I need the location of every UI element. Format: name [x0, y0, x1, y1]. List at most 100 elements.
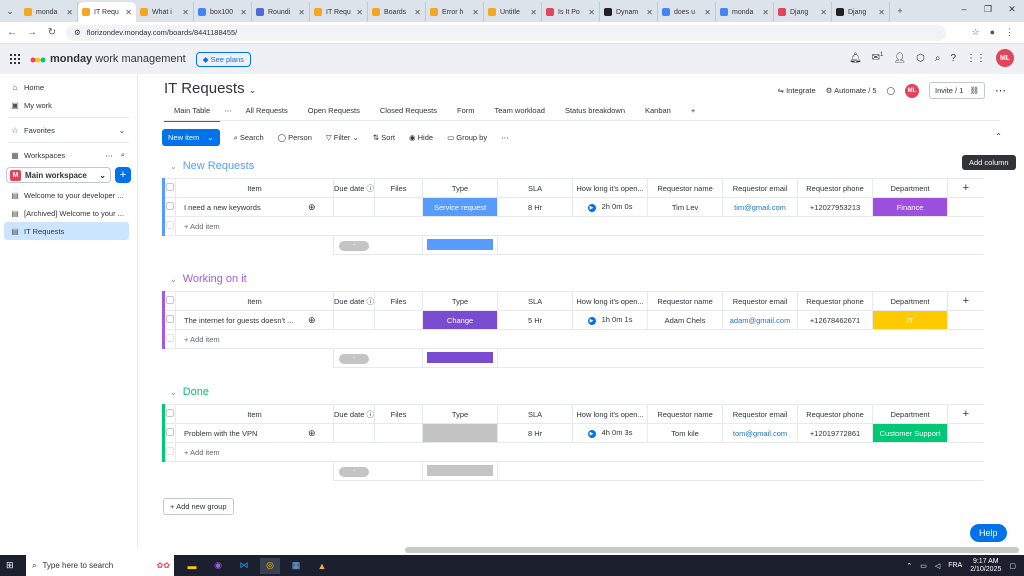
play-icon[interactable]: ▶: [587, 430, 596, 438]
select-all-checkbox[interactable]: [162, 178, 176, 198]
table-row[interactable]: Problem with the VPN ⊕ 8 Hr ▶ 4h 0m 3s Tom…: [162, 423, 984, 443]
browser-tab[interactable]: does u ✕: [658, 2, 716, 22]
checkbox[interactable]: [166, 296, 174, 304]
type-distribution-bar[interactable]: [427, 351, 494, 363]
requestor-email-cell[interactable]: adam@gmail.com: [722, 310, 799, 330]
sidebar-item-workspaces[interactable]: ▦ Workspaces ⋯ ⌕: [0, 146, 137, 164]
requestor-email-cell[interactable]: tim@gmail.com: [722, 197, 799, 217]
github-icon[interactable]: ◉: [208, 558, 228, 574]
language-indicator[interactable]: FRA: [948, 562, 962, 569]
network-icon[interactable]: ▭: [920, 562, 927, 570]
row-checkbox-cell[interactable]: [162, 197, 176, 217]
checkbox[interactable]: [166, 409, 174, 417]
due-date-cell[interactable]: [332, 423, 376, 443]
play-icon[interactable]: ▶: [587, 317, 596, 325]
chevron-down-icon[interactable]: ⌄: [170, 275, 177, 284]
automate-button[interactable]: ⚙ Automate / 5: [826, 86, 877, 95]
chrome-icon[interactable]: ◎: [260, 557, 280, 574]
new-item-button[interactable]: New item ⌄: [162, 129, 220, 146]
column-header[interactable]: How long it's open...: [572, 404, 649, 424]
add-column-button[interactable]: +: [947, 291, 984, 311]
monday-logo[interactable]: monday work management: [30, 53, 186, 65]
windows-start-icon[interactable]: ⊞: [6, 560, 26, 571]
more-options-icon[interactable]: ⋯: [105, 151, 113, 160]
inbox-icon[interactable]: ✉1: [872, 52, 884, 63]
add-item-row[interactable]: + Add item: [162, 216, 984, 236]
browser-tab[interactable]: Dynam ✕: [600, 2, 658, 22]
search-icon[interactable]: ⌕: [935, 53, 941, 64]
notifications-icon[interactable]: ▢: [1009, 562, 1016, 570]
add-update-icon[interactable]: ⊕: [308, 202, 316, 212]
column-header[interactable]: Item: [175, 404, 334, 424]
checkbox[interactable]: [166, 428, 174, 436]
column-header[interactable]: Requestor name: [647, 291, 724, 311]
checkbox[interactable]: [166, 202, 174, 210]
department-status-cell[interactable]: Finance: [872, 197, 949, 217]
close-tab-icon[interactable]: ✕: [356, 8, 363, 17]
sla-cell[interactable]: 8 Hr: [497, 197, 574, 217]
row-checkbox-cell[interactable]: [162, 310, 176, 330]
column-header[interactable]: Due date ⓘ: [332, 404, 376, 424]
profile-icon[interactable]: ●: [990, 27, 995, 38]
sla-cell[interactable]: 8 Hr: [497, 423, 574, 443]
time-tracking-cell[interactable]: ▶ 4h 0m 3s: [572, 423, 649, 443]
type-distribution-bar[interactable]: [427, 464, 494, 476]
select-all-checkbox[interactable]: [162, 291, 176, 311]
browser-tab[interactable]: What i ✕: [136, 2, 194, 22]
time-tracking-cell[interactable]: ▶ 1h 0m 1s: [572, 310, 649, 330]
column-header[interactable]: Requestor email: [722, 404, 799, 424]
add-update-icon[interactable]: ⊕: [308, 315, 316, 325]
reload-icon[interactable]: ↻: [44, 27, 60, 38]
requestor-name-cell[interactable]: Adam Chels: [647, 310, 724, 330]
system-clock[interactable]: 9:17 AM 2/10/2025: [970, 558, 1001, 574]
filter-button[interactable]: ▽ Filter ⌄: [326, 133, 359, 142]
sort-button[interactable]: ⇅ Sort: [373, 133, 395, 142]
info-icon[interactable]: ⓘ: [367, 184, 374, 193]
column-header[interactable]: SLA: [497, 404, 574, 424]
sidebar-board-archived[interactable]: ▤ [Archived] Welcome to your ...: [0, 204, 137, 222]
type-status-cell[interactable]: [422, 423, 499, 443]
close-tab-icon[interactable]: ✕: [66, 8, 73, 17]
volume-icon[interactable]: ◁: [935, 562, 940, 570]
maximize-icon[interactable]: ❐: [976, 0, 1000, 20]
group-title[interactable]: ⌄ Working on it: [162, 271, 984, 287]
select-all-checkbox[interactable]: [162, 404, 176, 424]
column-header[interactable]: Requestor name: [647, 404, 724, 424]
browser-tab[interactable]: IT Requ ✕: [78, 2, 136, 22]
column-header[interactable]: Type: [422, 178, 499, 198]
sidebar-board-welcome[interactable]: ▤ Welcome to your developer ...: [0, 186, 137, 204]
user-avatar[interactable]: ML: [996, 49, 1014, 67]
notifications-bell-icon[interactable]: 🔔︎: [849, 53, 862, 64]
chevron-down-icon[interactable]: ⌄: [207, 133, 213, 142]
browser-tab[interactable]: monda ✕: [716, 2, 774, 22]
info-icon[interactable]: ⓘ: [367, 297, 374, 306]
add-item-input[interactable]: + Add item: [174, 442, 984, 462]
browser-tab[interactable]: Is It Po ✕: [542, 2, 600, 22]
sidebar-item-home[interactable]: ⌂ Home: [0, 78, 137, 96]
column-header[interactable]: Due date ⓘ: [332, 178, 376, 198]
column-header[interactable]: Type: [422, 404, 499, 424]
help-button[interactable]: Help: [970, 524, 1007, 542]
app-icon[interactable]: ▲: [312, 558, 332, 574]
requestor-phone-cell[interactable]: +12027953213: [797, 197, 874, 217]
column-header[interactable]: Requestor phone: [797, 178, 874, 198]
column-header[interactable]: Due date ⓘ: [332, 291, 376, 311]
integrate-button[interactable]: ⇋ Integrate: [778, 86, 816, 95]
browser-tab[interactable]: Boards ✕: [368, 2, 426, 22]
due-date-cell[interactable]: [332, 310, 376, 330]
add-item-input[interactable]: + Add item: [174, 216, 984, 236]
sidebar-item-my-work[interactable]: ▣ My work: [0, 96, 137, 114]
table-row[interactable]: I need a new keywords ⊕ Service request 8…: [162, 197, 984, 217]
column-header[interactable]: Item: [175, 178, 334, 198]
close-tab-icon[interactable]: ✕: [878, 8, 885, 17]
sidebar-item-favorites[interactable]: ☆ Favorites ⌄: [0, 121, 137, 139]
workspace-search-icon[interactable]: ⌕: [121, 150, 125, 160]
type-status-cell[interactable]: Change: [422, 310, 499, 330]
column-header[interactable]: Department: [872, 291, 949, 311]
group-title[interactable]: ⌄ Done: [162, 384, 984, 400]
close-tab-icon[interactable]: ✕: [182, 8, 189, 17]
column-header[interactable]: Item: [175, 291, 334, 311]
column-header[interactable]: Type: [422, 291, 499, 311]
column-header[interactable]: Files: [374, 178, 424, 198]
requestor-phone-cell[interactable]: +12019772861: [797, 423, 874, 443]
